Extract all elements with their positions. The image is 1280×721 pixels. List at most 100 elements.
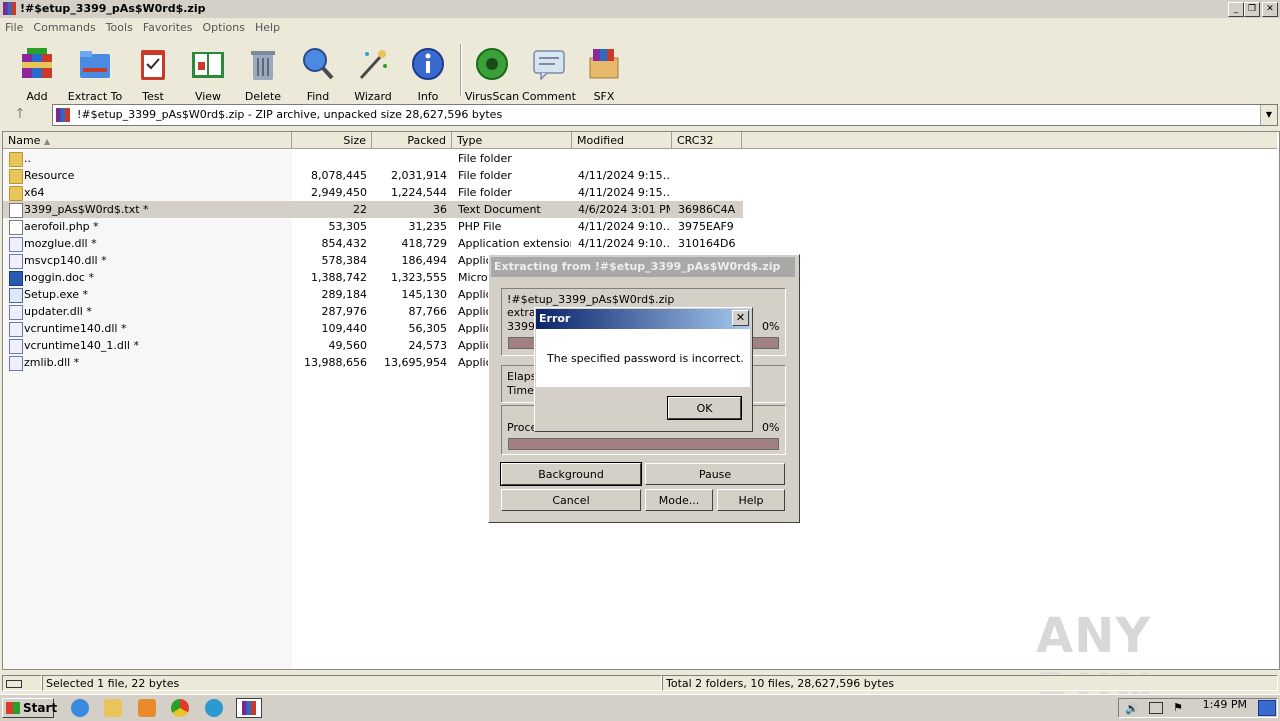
- file-icon: [9, 305, 23, 320]
- status-selection: Selected 1 file, 22 bytes: [42, 675, 662, 691]
- cancel-button[interactable]: Cancel: [501, 489, 641, 511]
- title-bar: !#$etup_3399_pAs$W0rd$.zip _ ❐ ✕: [0, 0, 1280, 18]
- chrome-icon[interactable]: [171, 699, 189, 717]
- processed-progress-bar: [508, 438, 779, 450]
- file-size: 854,432: [321, 237, 368, 250]
- column-header-crc32[interactable]: CRC32: [672, 132, 742, 149]
- trash-icon: [251, 51, 275, 80]
- error-dialog: Error ✕ The specified password is incorr…: [534, 307, 753, 432]
- clock: 1:49 PM: [1202, 698, 1247, 711]
- show-desktop-icon[interactable]: [1258, 700, 1276, 716]
- flag-icon[interactable]: ⚑: [1173, 701, 1183, 714]
- info-button[interactable]: Info: [400, 46, 456, 103]
- delete-button[interactable]: Delete: [235, 46, 291, 103]
- address-bar[interactable]: !#$etup_3399_pAs$W0rd$.zip - ZIP archive…: [52, 104, 1278, 126]
- chevron-down-icon[interactable]: ▼: [1260, 105, 1277, 125]
- add-button[interactable]: Add: [9, 46, 65, 103]
- close-button[interactable]: ✕: [1262, 2, 1278, 17]
- file-size: 1,388,742: [311, 271, 367, 284]
- menu-tools[interactable]: Tools: [101, 18, 138, 37]
- column-header-empty: [742, 132, 1277, 149]
- file-type: Application extension: [458, 237, 571, 250]
- media-player-icon[interactable]: [138, 699, 156, 717]
- wizard-button[interactable]: Wizard: [345, 46, 401, 103]
- start-label: Start: [23, 701, 58, 715]
- network-icon[interactable]: [1149, 702, 1163, 714]
- test-button[interactable]: Test: [125, 46, 181, 103]
- start-button[interactable]: Start: [2, 698, 58, 718]
- find-button[interactable]: Find: [290, 46, 346, 103]
- file-size: 578,384: [321, 254, 368, 267]
- menu-options[interactable]: Options: [198, 18, 250, 37]
- file-icon: [9, 237, 23, 252]
- file-name: ..: [24, 152, 31, 165]
- file-packed: 1,224,544: [391, 186, 447, 199]
- file-packed: 418,729: [401, 237, 448, 250]
- close-icon[interactable]: ✕: [732, 310, 749, 326]
- virusscan-button[interactable]: VirusScan: [464, 46, 520, 103]
- file-type: File folder: [458, 169, 512, 182]
- pause-button[interactable]: Pause: [645, 463, 785, 485]
- file-crc32: 310164D6: [678, 237, 736, 250]
- help-button[interactable]: Help: [717, 489, 785, 511]
- file-icon: [9, 220, 23, 235]
- sfx-button[interactable]: SFX: [576, 46, 632, 103]
- file-row[interactable]: aerofoil.php * 53,305 31,235 PHP File 4/11/2…: [3, 218, 743, 235]
- ie-icon[interactable]: [71, 699, 89, 717]
- column-header-name[interactable]: Name ▲: [3, 132, 292, 149]
- menu-help[interactable]: Help: [250, 18, 285, 37]
- file-modified: 4/11/2024 9:10…: [578, 237, 670, 250]
- drive-icon: [6, 680, 22, 688]
- ok-button[interactable]: OK: [667, 396, 742, 420]
- file-name: updater.dll *: [24, 305, 92, 318]
- file-type: File folder: [458, 152, 512, 165]
- folder-icon: [9, 152, 23, 167]
- comment-icon: [533, 50, 565, 81]
- edge-icon[interactable]: [205, 699, 223, 717]
- menu-bar: File Commands Tools Favorites Options Help: [0, 18, 1280, 38]
- restore-button[interactable]: ❐: [1244, 2, 1260, 17]
- file-type: Text Document: [458, 203, 541, 216]
- menu-commands[interactable]: Commands: [28, 18, 100, 37]
- extract-to-button[interactable]: Extract To: [67, 46, 123, 103]
- file-modified: 4/6/2024 3:01 PM: [578, 203, 670, 216]
- minimize-button[interactable]: _: [1228, 2, 1244, 17]
- file-row[interactable]: 3399_pAs$W0rd$.txt * 22 36 Text Document 4/6…: [3, 201, 743, 218]
- file-size: 109,440: [321, 322, 368, 335]
- file-name: msvcp140.dll *: [24, 254, 107, 267]
- volume-icon[interactable]: 🔊: [1125, 702, 1139, 715]
- info-icon: [412, 48, 444, 80]
- file-name: vcruntime140_1.dll *: [24, 339, 139, 352]
- mode-button[interactable]: Mode...: [645, 489, 713, 511]
- winrar-taskbar-button[interactable]: [236, 698, 262, 718]
- file-icon: [9, 356, 23, 371]
- file-row[interactable]: x64 2,949,450 1,224,544 File folder 4/11/202…: [3, 184, 743, 201]
- sfx-box-icon: [589, 49, 619, 79]
- file-packed: 31,235: [408, 220, 448, 233]
- add-archive-icon: [22, 48, 52, 78]
- comment-button[interactable]: Comment: [521, 46, 577, 103]
- winrar-app-icon: [3, 2, 16, 15]
- file-size: 2,949,450: [311, 186, 367, 199]
- file-row[interactable]: Resource 8,078,445 2,031,914 File folder 4/1…: [3, 167, 743, 184]
- file-row[interactable]: mozglue.dll * 854,432 418,729 Application e…: [3, 235, 743, 252]
- column-header-size[interactable]: Size: [292, 132, 372, 149]
- explorer-folder-icon[interactable]: [104, 699, 122, 717]
- background-button[interactable]: Background: [500, 462, 642, 486]
- column-header-packed[interactable]: Packed: [372, 132, 452, 149]
- window-title: !#$etup_3399_pAs$W0rd$.zip: [20, 2, 206, 15]
- file-size: 289,184: [321, 288, 368, 301]
- up-arrow-icon[interactable]: ↑: [14, 106, 26, 122]
- taskbar: Start 🔊 ⚑ 1:49 PM: [0, 694, 1280, 721]
- menu-file[interactable]: File: [0, 18, 28, 37]
- view-button[interactable]: View: [180, 46, 236, 103]
- file-packed: 2,031,914: [391, 169, 447, 182]
- menu-favorites[interactable]: Favorites: [138, 18, 198, 37]
- windows-logo-icon: [6, 702, 20, 714]
- file-packed: 145,130: [401, 288, 448, 301]
- file-row[interactable]: .. File folder: [3, 150, 743, 167]
- column-header-type[interactable]: Type: [452, 132, 572, 149]
- column-header-modified[interactable]: Modified: [572, 132, 672, 149]
- extracting-dialog-title: Extracting from !#$etup_3399_pAs$W0rd$.z…: [491, 257, 795, 277]
- file-packed: 24,573: [408, 339, 448, 352]
